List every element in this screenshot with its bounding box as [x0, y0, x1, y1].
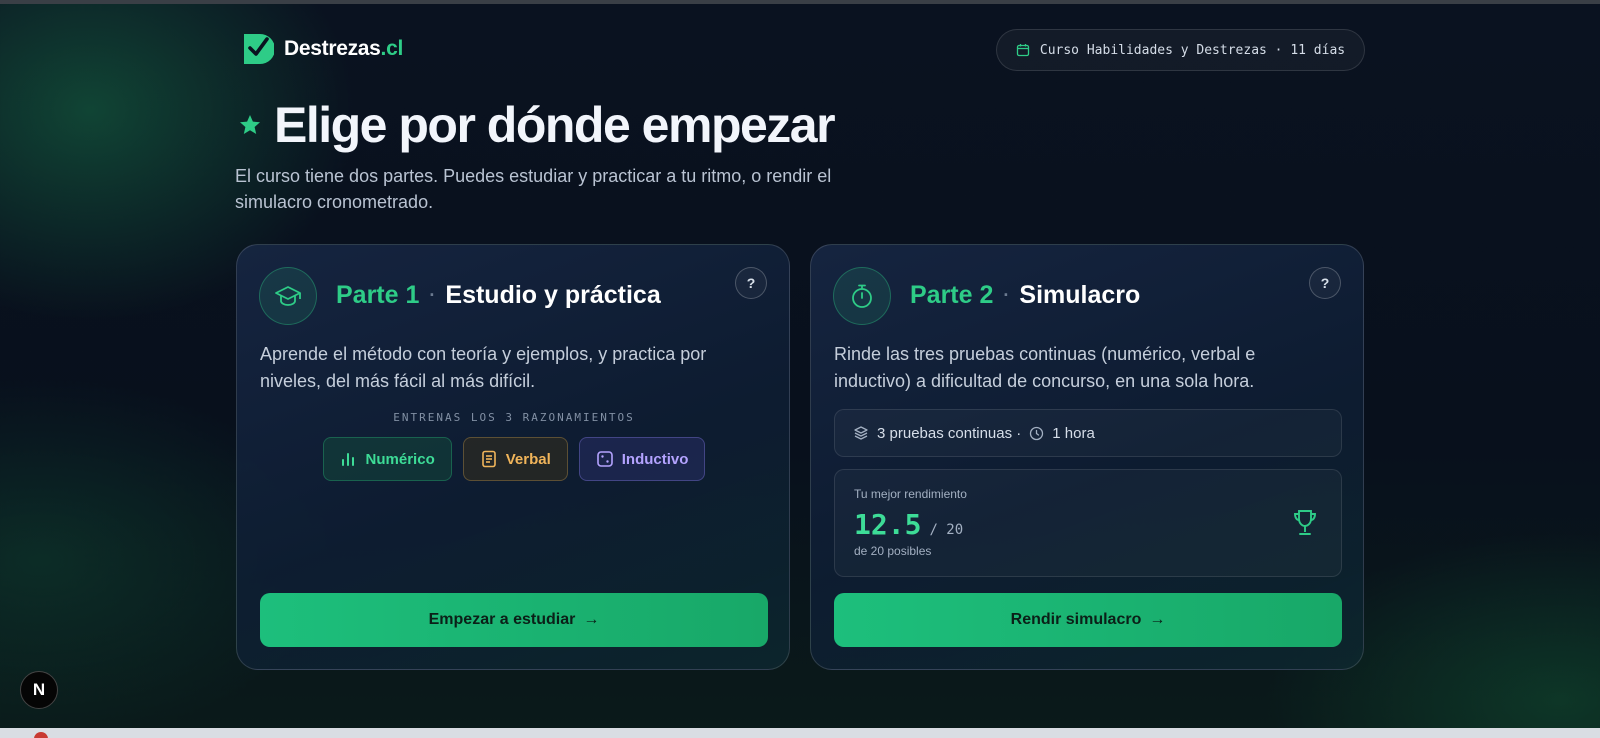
- brand-logo[interactable]: Destrezas.cl: [242, 32, 403, 66]
- card-title: Parte 1 · Estudio y práctica: [336, 281, 661, 310]
- part-name: Estudio y práctica: [445, 281, 661, 309]
- train-label: ENTRENAS LOS 3 RAZONAMIENTOS: [393, 411, 635, 424]
- score-value: 12.5: [854, 508, 922, 541]
- help-button[interactable]: ?: [735, 267, 767, 299]
- chip-numerico[interactable]: Numérico: [322, 437, 452, 481]
- dev-tools-badge[interactable]: N: [20, 671, 58, 709]
- button-label: Rendir simulacro: [1010, 611, 1142, 628]
- arrow-right-icon: →: [583, 611, 600, 628]
- tests-count: 3 pruebas continuas ·: [877, 424, 1022, 442]
- best-score: 12.5 / 20: [854, 508, 963, 541]
- best-label: Tu mejor rendimiento: [854, 487, 967, 501]
- skill-chips: Numérico Verbal Inductivo: [237, 437, 791, 481]
- start-simulacro-button[interactable]: Rendir simulacro →: [834, 593, 1342, 647]
- chip-label: Numérico: [365, 450, 435, 468]
- start-study-button[interactable]: Empezar a estudiar →: [260, 593, 768, 647]
- chip-verbal[interactable]: Verbal: [462, 437, 568, 481]
- title-separator: ·: [429, 285, 436, 305]
- logo-check-icon: [244, 34, 274, 64]
- simulacro-meta: 3 pruebas continuas · 1 hora: [834, 409, 1342, 457]
- duration: 1 hora: [1052, 424, 1095, 442]
- card-description: Aprende el método con teoría y ejemplos,…: [260, 344, 707, 391]
- title-separator: ·: [1003, 285, 1010, 305]
- card-part-1: Parte 1 · Estudio y práctica ? Aprende e…: [236, 244, 790, 670]
- part-number: Parte 2: [910, 281, 994, 309]
- arrow-right-icon: →: [1149, 611, 1166, 628]
- card-description: Rinde las tres pruebas continuas (numéri…: [834, 344, 1256, 391]
- card-part-2: Parte 2 · Simulacro ? Rinde las tres pru…: [810, 244, 1364, 670]
- page-subtitle: El curso tiene dos partes. Puedes estudi…: [235, 166, 832, 212]
- best-score-box: Tu mejor rendimiento 12.5 / 20 de 20 pos…: [834, 469, 1342, 577]
- dice-icon: [596, 451, 613, 467]
- bar-chart-icon: [341, 453, 354, 466]
- card-title: Parte 2 · Simulacro: [910, 281, 1140, 310]
- button-label: Empezar a estudiar: [428, 611, 576, 628]
- part-number: Parte 1: [336, 281, 420, 309]
- chip-inductivo[interactable]: Inductivo: [578, 437, 706, 481]
- browser-bottom-bar: [0, 728, 1600, 738]
- chip-label: Verbal: [505, 450, 551, 468]
- trophy-icon: [1294, 510, 1316, 535]
- part-name: Simulacro: [1019, 281, 1141, 309]
- score-max: / 20: [929, 522, 964, 538]
- star-icon: [240, 115, 260, 134]
- stopwatch-icon: [833, 267, 891, 325]
- brand-name: Destrezas.cl: [284, 37, 403, 60]
- page-header: Elige por dónde empezar: [238, 96, 836, 154]
- calendar-icon: [1016, 44, 1030, 57]
- document-icon: [481, 450, 496, 468]
- score-caption: de 20 posibles: [854, 544, 932, 558]
- chip-label: Inductivo: [621, 450, 689, 468]
- help-button[interactable]: ?: [1309, 267, 1341, 299]
- clock-icon: [1030, 426, 1044, 440]
- record-icon: [34, 732, 48, 738]
- graduation-cap-icon: [259, 267, 317, 325]
- page-title: Elige por dónde empezar: [274, 97, 836, 153]
- layers-icon: [854, 426, 868, 440]
- course-label: Curso Habilidades y Destrezas · 11 días: [1039, 42, 1346, 58]
- window-top-border: [0, 0, 1600, 4]
- course-badge: Curso Habilidades y Destrezas · 11 días: [996, 29, 1365, 71]
